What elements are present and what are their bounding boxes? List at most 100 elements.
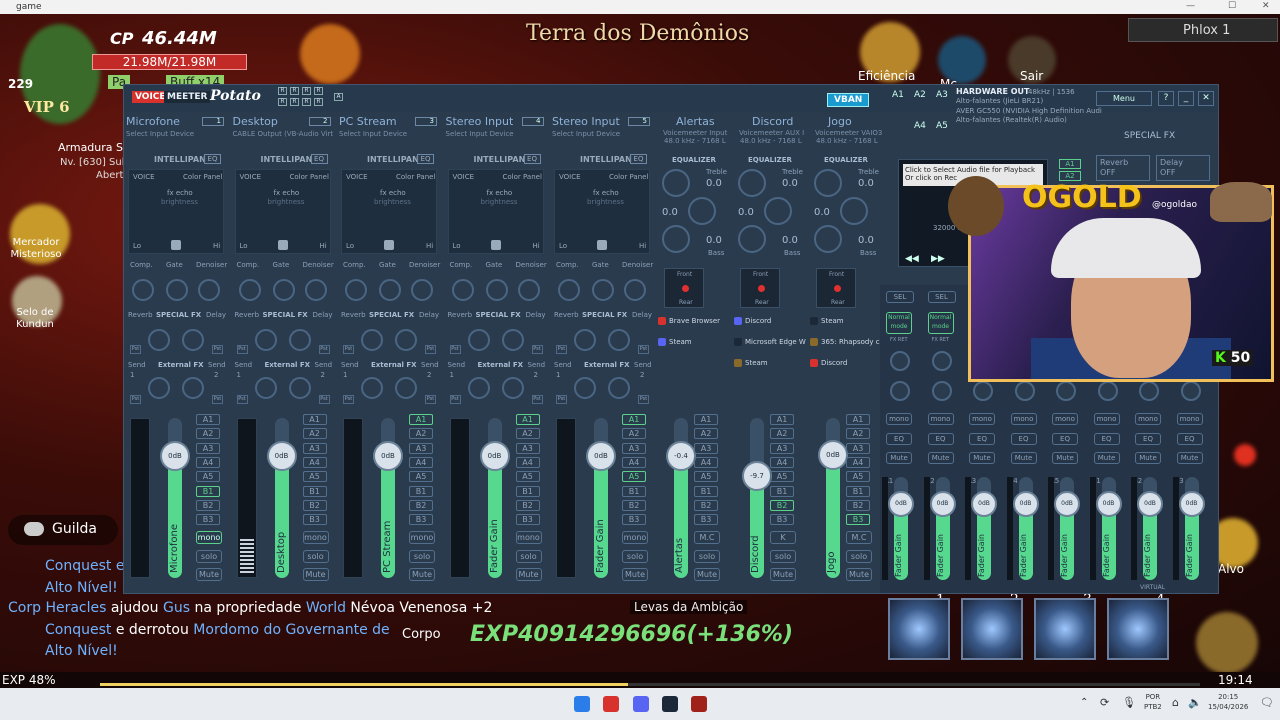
intellipan-panel[interactable]: VOICE Color Panel fx echo brightness Lo Hi [554,169,650,254]
bus-a3-button[interactable]: A3 [196,442,220,454]
bus-fader-knob[interactable]: 0dB [888,491,914,517]
efficiency-label[interactable]: Eficiência [858,69,915,83]
bus-knob[interactable] [931,351,952,371]
bus-fader-knob[interactable]: 0dB [1137,491,1163,517]
mono-button[interactable]: mono [622,531,648,544]
mute-button[interactable]: Mute [409,568,435,581]
bus-b3-button[interactable]: B3 [622,514,646,526]
knob[interactable] [517,279,540,301]
virtual-strip-name[interactable]: Alertas [676,115,715,128]
bus-a5-button[interactable]: A5 [515,471,540,483]
bus-fader-knob[interactable]: 0dB [1178,491,1205,517]
bus-a5-button[interactable]: A5 [694,471,718,483]
knob[interactable] [272,279,295,301]
mute-button[interactable]: Mute [515,568,542,581]
fader-knob[interactable]: 0dB [818,439,848,470]
bus-eq-button[interactable]: EQ [886,433,912,445]
knob[interactable] [288,377,311,399]
bus-a3-button[interactable]: A3 [846,442,870,454]
vban-button[interactable]: VBAN [827,93,870,107]
bus-knob[interactable] [1180,381,1201,401]
knob[interactable] [254,329,277,351]
strip-name[interactable]: Stereo Input [446,115,514,128]
solo-button[interactable]: solo [409,550,435,563]
treble-knob[interactable] [738,169,766,197]
fader-knob[interactable]: 0dB [586,441,616,471]
knob[interactable] [467,377,490,399]
intellipan-panel[interactable]: VOICE Color Panel fx echo brightness Lo Hi [447,169,544,254]
record-r-icon[interactable]: R [290,87,299,95]
bus-a1-button[interactable]: A1 [409,414,433,425]
bus-b3-button[interactable]: B3 [515,514,540,526]
help-button[interactable]: ? [1158,91,1174,106]
knob[interactable] [345,279,367,301]
bus-a2-button[interactable]: A2 [515,428,540,440]
bus-mute-button[interactable]: Mute [969,452,995,464]
bus-a5-button[interactable]: A5 [622,471,646,483]
record-r-icon[interactable]: R [290,98,299,106]
knob[interactable] [592,279,614,301]
mc-button[interactable]: M.C [846,531,872,544]
pst-button[interactable]: Pst [449,395,461,404]
solo-button[interactable]: solo [302,550,329,563]
virtual-strip-device[interactable]: Voicemeeter VAIO3 [815,129,882,137]
knob[interactable] [288,329,311,351]
record-r-icon[interactable]: R [278,87,287,95]
reverb-button[interactable]: Reverb OFF [1096,155,1150,181]
treble-knob[interactable] [814,169,842,197]
intellipan-panel[interactable]: VOICE Color Panel fx echo brightness Lo Hi [128,169,224,254]
bus-b3-button[interactable]: B3 [846,514,870,526]
menu-button[interactable]: Menu [1096,91,1152,106]
bus-a3-button[interactable]: A3 [302,442,327,454]
strip-dropdown[interactable]: 4 [521,117,544,126]
bus-a2-button[interactable]: A2 [846,428,870,440]
bass-knob[interactable] [814,225,842,253]
bus-mute-button[interactable]: Mute [1176,452,1203,464]
bus-eq-button[interactable]: EQ [1052,433,1078,445]
bus-eq-button[interactable]: EQ [1176,433,1203,445]
knob[interactable] [624,279,646,301]
bus-b2-button[interactable]: B2 [694,499,718,511]
rewind-icon[interactable]: ◀◀ [905,254,919,264]
bus-a5-button[interactable]: A5 [409,471,433,483]
strip-dropdown[interactable]: 1 [202,117,224,126]
eq-button[interactable]: EQ [523,154,541,164]
voicemeeter-taskbar-icon[interactable] [603,696,619,712]
mute-button[interactable]: Mute [846,568,872,581]
hardware-out-device[interactable]: Alto-falantes (JieLi BR21) [956,97,1043,105]
pst-button[interactable]: Pst [556,395,567,404]
a5-button[interactable]: A5 [936,121,948,131]
treble-knob[interactable] [662,169,690,197]
windows-start-icon[interactable] [574,696,590,712]
knob[interactable] [608,377,630,399]
mute-button[interactable]: Mute [196,568,222,581]
bus-a3-button[interactable]: A3 [515,442,540,454]
skill-slot-4[interactable] [1107,598,1169,660]
volume-icon[interactable]: 🔈 [1188,696,1202,709]
bus-a3-button[interactable]: A3 [622,442,646,454]
solo-button[interactable]: solo [694,550,720,563]
bus-b2-button[interactable]: B2 [846,499,870,511]
bus-knob[interactable] [973,381,993,401]
bus-fader-knob[interactable]: 0dB [1012,491,1039,517]
knob[interactable] [254,377,277,399]
pst-button[interactable]: Pst [449,345,461,354]
knob[interactable] [198,279,220,301]
network-icon[interactable]: ⌂ [1172,696,1179,709]
bus-knob[interactable] [1139,381,1159,401]
bus-a2-button[interactable]: A2 [622,428,646,440]
bus-a4-button[interactable]: A4 [622,456,646,468]
eq-button[interactable]: EQ [630,154,647,164]
exit-label[interactable]: Sair [1020,69,1043,83]
mc-button[interactable]: K [770,531,796,544]
pan-dot[interactable] [758,285,765,292]
solo-button[interactable]: solo [846,550,872,563]
solo-button[interactable]: solo [770,550,796,563]
fader-knob[interactable]: 0dB [373,441,403,471]
bus-fader-knob[interactable]: 0dB [1054,491,1080,517]
mono-button[interactable]: mono [302,531,329,544]
bus-b2-button[interactable]: B2 [622,499,646,511]
bus-knob[interactable] [890,381,910,401]
bus-a4-button[interactable]: A4 [302,456,327,468]
knob[interactable] [166,279,188,301]
